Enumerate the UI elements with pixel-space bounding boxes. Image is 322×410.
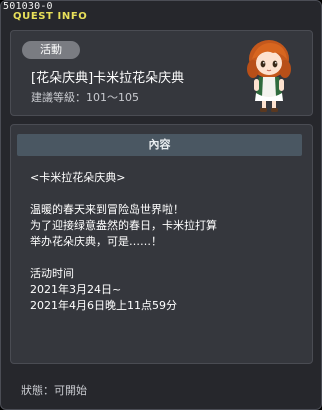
description-gap [30, 186, 305, 202]
description-line: 举办花朵庆典，可是……！ [30, 235, 162, 248]
quest-info-window: 501030-0 QUEST INFO 活動 [花朵庆典]卡米拉花朵庆典 建議等… [0, 0, 322, 410]
window-title: QUEST INFO [13, 11, 88, 22]
description-line: <卡米拉花朵庆典> [30, 171, 126, 184]
camilla-npc-icon [247, 40, 291, 112]
event-start-date: 2021年3月24日~ [30, 283, 122, 296]
event-end-date: 2021年4月6日晚上11点59分 [30, 299, 177, 312]
quest-type-badge: 活動 [22, 41, 80, 59]
quest-description: <卡米拉花朵庆典> 温暖的春天来到冒险岛世界啦！ 为了迎接绿意盎然的春日，卡米拉… [30, 170, 305, 314]
quest-title: [花朵庆典]卡米拉花朵庆典 [31, 71, 185, 86]
description-line: 温暖的春天来到冒险岛世界啦！ [30, 203, 184, 216]
quest-header-panel: 活動 [花朵庆典]卡米拉花朵庆典 建議等級：101～105 [10, 30, 313, 116]
quest-content-panel: 內容 <卡米拉花朵庆典> 温暖的春天来到冒险岛世界啦！ 为了迎接绿意盎然的春日，… [10, 124, 313, 364]
content-section-header: 內容 [17, 134, 302, 156]
description-gap [30, 250, 305, 266]
recommended-level: 建議等級：101～105 [31, 91, 139, 104]
quest-status: 狀態：可開始 [21, 384, 87, 397]
event-period-label: 活动时间 [30, 267, 74, 280]
description-line: 为了迎接绿意盎然的春日，卡米拉打算 [30, 219, 217, 232]
